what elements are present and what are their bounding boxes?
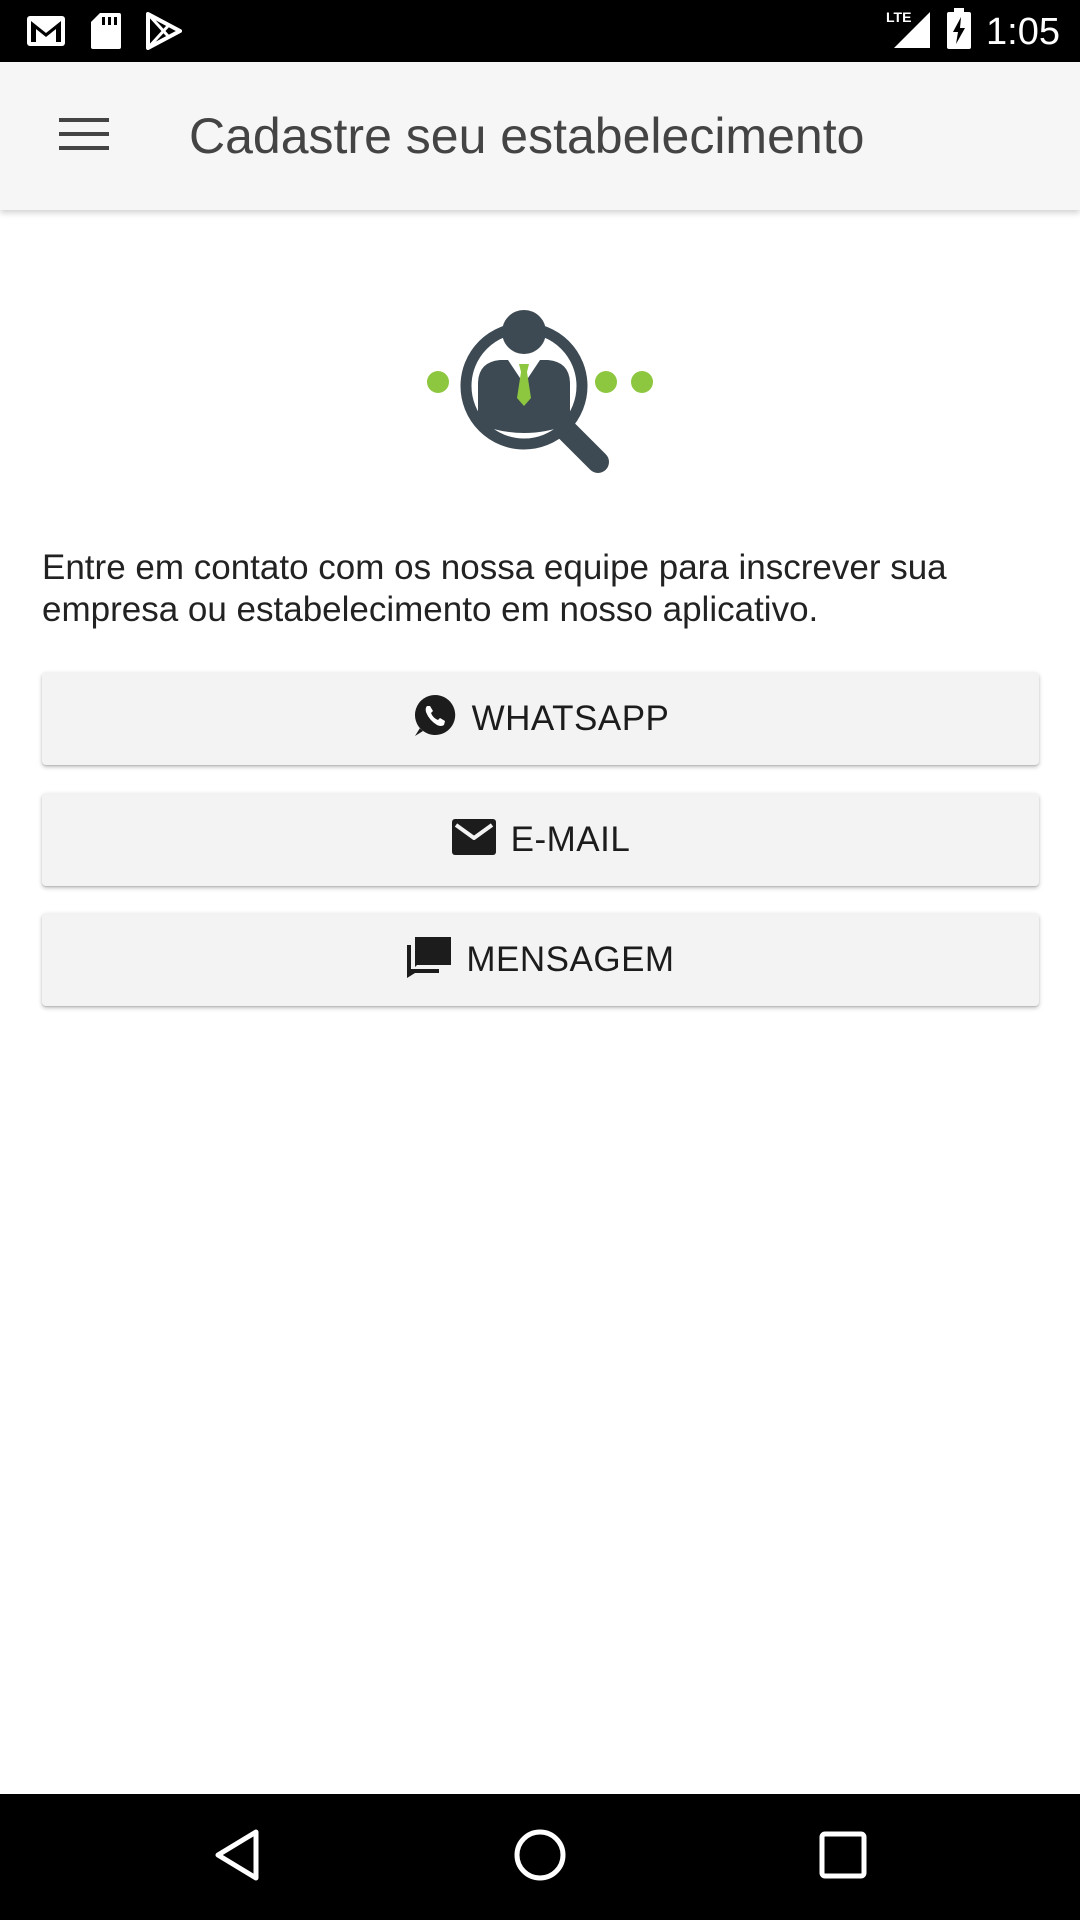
back-button[interactable]: [196, 1824, 276, 1890]
status-bar: LTE 1:05: [0, 0, 1080, 62]
status-bar-notifications: [26, 12, 182, 55]
sd-card-icon: [90, 12, 122, 55]
recent-apps-icon: [819, 1831, 867, 1884]
page-title: Cadastre seu estabelecimento: [189, 108, 865, 164]
email-button[interactable]: E-MAIL: [42, 793, 1039, 886]
menu-button[interactable]: [44, 106, 124, 166]
navigation-bar: [0, 1794, 1080, 1920]
home-button[interactable]: [500, 1824, 580, 1890]
battery-charging-icon: [946, 8, 972, 55]
status-bar-system: LTE 1:05: [886, 8, 1060, 55]
app-bar: Cadastre seu estabelecimento: [0, 62, 1080, 210]
signal-icon: LTE: [886, 8, 932, 55]
status-bar-time: 1:05: [986, 10, 1060, 53]
home-icon: [513, 1828, 567, 1887]
back-icon: [212, 1828, 260, 1887]
whatsapp-button[interactable]: WHATSAPP: [42, 672, 1039, 765]
hamburger-menu-icon: [59, 116, 109, 157]
intro-text: Entre em contato com os nossa equipe par…: [42, 548, 947, 629]
whatsapp-icon: [412, 693, 458, 744]
business-search-logo: [420, 306, 660, 484]
gmail-icon: [26, 15, 66, 52]
recent-apps-button[interactable]: [803, 1824, 883, 1890]
mail-icon: [451, 818, 497, 861]
play-store-icon: [146, 12, 182, 55]
whatsapp-button-label: WHATSAPP: [471, 698, 670, 738]
network-label: LTE: [886, 9, 911, 25]
message-button[interactable]: MENSAGEM: [42, 913, 1039, 1006]
message-button-label: MENSAGEM: [466, 939, 675, 979]
message-icon: [406, 936, 452, 983]
email-button-label: E-MAIL: [510, 819, 631, 859]
